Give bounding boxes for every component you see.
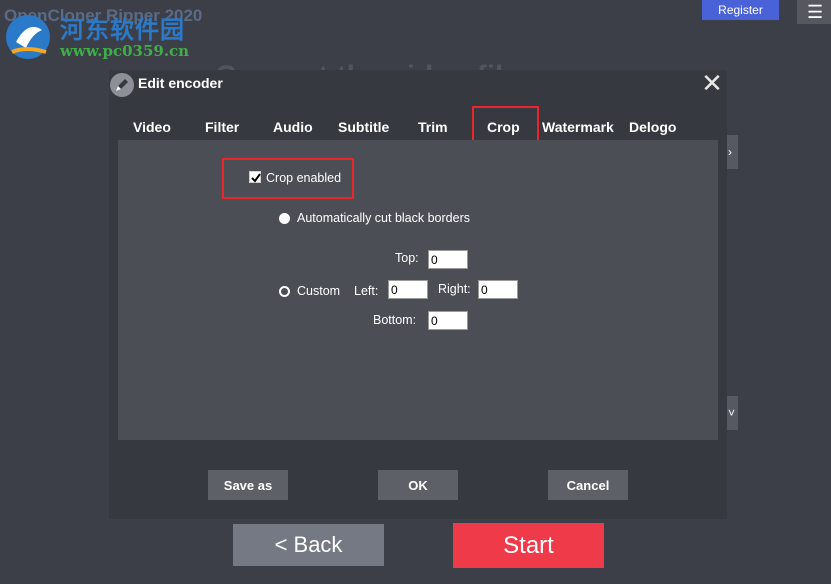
- custom-radio[interactable]: [279, 286, 290, 297]
- tab-subtitle[interactable]: Subtitle: [338, 118, 389, 136]
- bottom-input[interactable]: [428, 311, 468, 330]
- top-input[interactable]: [428, 250, 468, 269]
- tab-delogo[interactable]: Delogo: [629, 118, 676, 136]
- tab-audio[interactable]: Audio: [273, 118, 313, 136]
- crop-enabled-checkbox[interactable]: [249, 171, 261, 183]
- watermark-logo-icon: [6, 15, 50, 59]
- dialog-title: Edit encoder: [138, 75, 223, 91]
- tab-filter[interactable]: Filter: [205, 118, 239, 136]
- cancel-button[interactable]: Cancel: [548, 470, 628, 500]
- side-chevron-up-icon[interactable]: ›: [727, 135, 738, 169]
- right-input[interactable]: [478, 280, 518, 299]
- bottom-label: Bottom:: [373, 313, 417, 327]
- hamburger-menu-icon[interactable]: ☰: [797, 0, 831, 24]
- auto-cut-radio[interactable]: [279, 213, 290, 224]
- tab-video[interactable]: Video: [133, 118, 171, 136]
- auto-cut-label[interactable]: Automatically cut black borders: [297, 211, 470, 225]
- left-label: Left:: [354, 284, 379, 298]
- crop-enabled-label[interactable]: Crop enabled: [266, 171, 341, 185]
- ok-button[interactable]: OK: [378, 470, 458, 500]
- register-button[interactable]: Register: [702, 0, 779, 20]
- start-button[interactable]: Start: [453, 523, 604, 568]
- watermark-site-name: 河东软件园: [60, 16, 185, 44]
- side-chevron-down-icon[interactable]: ˅: [727, 396, 738, 430]
- tab-trim[interactable]: Trim: [418, 118, 448, 136]
- watermark-url: www.pc0359.cn: [60, 42, 190, 60]
- right-label: Right:: [438, 282, 471, 296]
- close-icon[interactable]: ✕: [699, 70, 725, 96]
- pencil-icon: [110, 73, 134, 97]
- tab-watermark[interactable]: Watermark: [542, 118, 614, 136]
- custom-label[interactable]: Custom: [297, 284, 340, 298]
- top-label: Top:: [395, 251, 419, 265]
- edit-encoder-dialog: Edit encoder ✕ Video Filter Audio Subtit…: [109, 70, 727, 519]
- save-as-button[interactable]: Save as: [208, 470, 288, 500]
- back-button[interactable]: < Back: [233, 524, 384, 566]
- left-input[interactable]: [388, 280, 428, 299]
- checkmark-icon: [251, 173, 261, 183]
